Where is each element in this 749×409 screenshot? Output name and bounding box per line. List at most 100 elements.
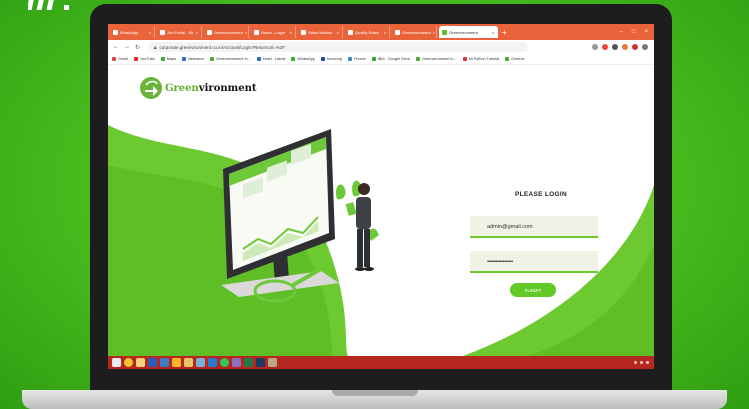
login-page: Greenvironment PLEASE LOGIN admin@gmail.… xyxy=(108,65,654,356)
bookmark-label: Freeze xyxy=(353,57,366,61)
laptop-frame: WhatsApp × Job Portal - Sit × Greenvironme… xyxy=(90,4,672,390)
close-icon[interactable]: × xyxy=(433,30,435,35)
browser-tab[interactable]: Sales Monitor × xyxy=(298,26,343,38)
bookmark-label: Netvance xyxy=(188,57,205,61)
bookmark-item[interactable]: Freeze xyxy=(347,57,366,61)
image-icon[interactable] xyxy=(196,358,205,367)
bookmark-label: Gmail xyxy=(118,57,128,61)
windows-start-icon[interactable] xyxy=(112,358,121,367)
bookmark-item[interactable]: Mi Python Tutorial xyxy=(462,57,500,61)
submit-button[interactable]: SUBMIT xyxy=(510,283,556,297)
bookmark-item[interactable]: Invoicing xyxy=(320,57,342,61)
close-window-icon[interactable]: × xyxy=(644,29,648,35)
password-field[interactable]: •••••••••••••••••• xyxy=(470,251,598,273)
new-tab-icon[interactable]: + xyxy=(502,28,507,37)
excel-icon[interactable] xyxy=(244,358,253,367)
brand-name: Greenvironment xyxy=(165,83,256,94)
extensions-bar xyxy=(592,44,654,50)
close-icon[interactable]: × xyxy=(384,30,386,35)
bookmark-item[interactable]: Greenvi xyxy=(505,57,524,61)
bookmark-item[interactable]: Hotel - Latest xyxy=(256,57,285,61)
laptop-screen: WhatsApp × Job Portal - Sit × Greenvironme… xyxy=(108,24,654,369)
bookmark-item[interactable]: Maps xyxy=(160,57,177,61)
sketch-icon[interactable] xyxy=(172,358,181,367)
windows-taskbar xyxy=(108,356,654,369)
window-controls: – □ × xyxy=(620,29,654,35)
vscode-icon[interactable] xyxy=(208,358,217,367)
leaf-logo-icon xyxy=(140,77,162,99)
bookmark-label: WhatsApp xyxy=(297,57,315,61)
browser-tab[interactable]: Greenvironment × xyxy=(392,26,437,38)
app-icon[interactable] xyxy=(232,358,241,367)
chrome-icon[interactable] xyxy=(124,358,133,367)
extension-icon[interactable] xyxy=(592,44,598,50)
extension-icon[interactable] xyxy=(632,44,638,50)
favicon-icon xyxy=(395,29,400,35)
app-icon[interactable] xyxy=(160,358,169,367)
favicon-icon xyxy=(160,29,165,35)
browser-address-bar: ← → ↻ 🔒︎ corporate.greenvironment.co.in/A… xyxy=(108,40,654,55)
browser-tab-active[interactable]: Greenvironment × xyxy=(439,26,498,38)
tray-icon[interactable] xyxy=(634,361,637,364)
browser-tab[interactable]: Home - Login × xyxy=(251,26,296,38)
email-field[interactable]: admin@gmail.com xyxy=(470,216,598,238)
bookmark-item[interactable]: Greenvironment In... xyxy=(416,57,457,61)
minimize-icon[interactable]: – xyxy=(620,29,623,35)
folder-icon[interactable] xyxy=(184,358,193,367)
bookmark-label: Maps xyxy=(166,57,177,61)
back-icon[interactable]: ← xyxy=(113,44,119,50)
extension-icon[interactable] xyxy=(622,44,628,50)
word-icon[interactable] xyxy=(148,358,157,367)
favicon-icon xyxy=(113,29,118,35)
tab-label: Greenvironment xyxy=(449,29,478,35)
bookmark-label: Greenvi xyxy=(511,57,525,61)
login-heading: PLEASE LOGIN xyxy=(515,191,567,198)
favicon-icon xyxy=(207,29,212,35)
reload-icon[interactable]: ↻ xyxy=(135,44,140,51)
brand-logo[interactable]: Greenvironment xyxy=(140,77,256,99)
url-input[interactable]: 🔒︎ corporate.greenvironment.co.in/Account… xyxy=(148,42,529,52)
bookmark-label: Mi Python Tutorial xyxy=(468,57,500,61)
bookmark-item[interactable]: Netvance xyxy=(182,57,204,61)
favicon-icon xyxy=(254,29,259,35)
bookmark-item[interactable]: WhatsApp xyxy=(291,57,315,61)
browser-tab[interactable]: Job Portal - Sit × xyxy=(157,26,202,38)
profile-icon[interactable] xyxy=(642,44,648,50)
brand-corner-logo xyxy=(28,0,69,10)
bookmark-item[interactable]: Greenvironment In... xyxy=(210,57,251,61)
url-text: corporate.greenvironment.co.in/Account/L… xyxy=(159,44,286,50)
system-tray xyxy=(634,361,654,364)
tab-label: Sales Monitor xyxy=(308,29,333,35)
bookmark-label: IBM - Google Drive xyxy=(377,57,411,61)
tray-icon[interactable] xyxy=(640,361,643,364)
close-icon[interactable]: × xyxy=(149,30,151,35)
brand-prefix: Green xyxy=(165,82,199,94)
forward-icon[interactable]: → xyxy=(124,44,130,50)
app-icon[interactable] xyxy=(268,358,277,367)
bookmark-item[interactable]: IBM - Google Drive xyxy=(371,57,411,61)
photoshop-icon[interactable] xyxy=(256,358,265,367)
bookmark-label: YouTube xyxy=(139,57,155,61)
favicon-icon xyxy=(348,29,353,35)
browser-tab[interactable]: Greenvironment × xyxy=(204,26,249,38)
close-icon[interactable]: × xyxy=(492,30,494,35)
close-icon[interactable]: × xyxy=(196,30,198,35)
tray-icon[interactable] xyxy=(646,361,649,364)
browser-tab[interactable]: WhatsApp × xyxy=(110,26,155,38)
maximize-icon[interactable]: □ xyxy=(632,29,636,35)
favicon-icon xyxy=(442,29,447,35)
extension-icon[interactable] xyxy=(612,44,618,50)
bookmark-item[interactable]: Gmail xyxy=(112,57,128,61)
tab-label: WhatsApp xyxy=(120,29,139,35)
file-explorer-icon[interactable] xyxy=(136,358,145,367)
extension-icon[interactable] xyxy=(602,44,608,50)
browser-tab[interactable]: Quality Rules × xyxy=(345,26,390,38)
whatsapp-icon[interactable] xyxy=(220,358,229,367)
bookmark-label: Greenvironment In... xyxy=(422,57,457,61)
close-icon[interactable]: × xyxy=(245,30,247,35)
bookmark-item[interactable]: YouTube xyxy=(133,57,155,61)
close-icon[interactable]: × xyxy=(337,30,339,35)
browser-tab-bar: WhatsApp × Job Portal - Sit × Greenvironme… xyxy=(108,24,654,40)
lock-icon: 🔒︎ xyxy=(154,44,157,50)
close-icon[interactable]: × xyxy=(290,30,292,35)
